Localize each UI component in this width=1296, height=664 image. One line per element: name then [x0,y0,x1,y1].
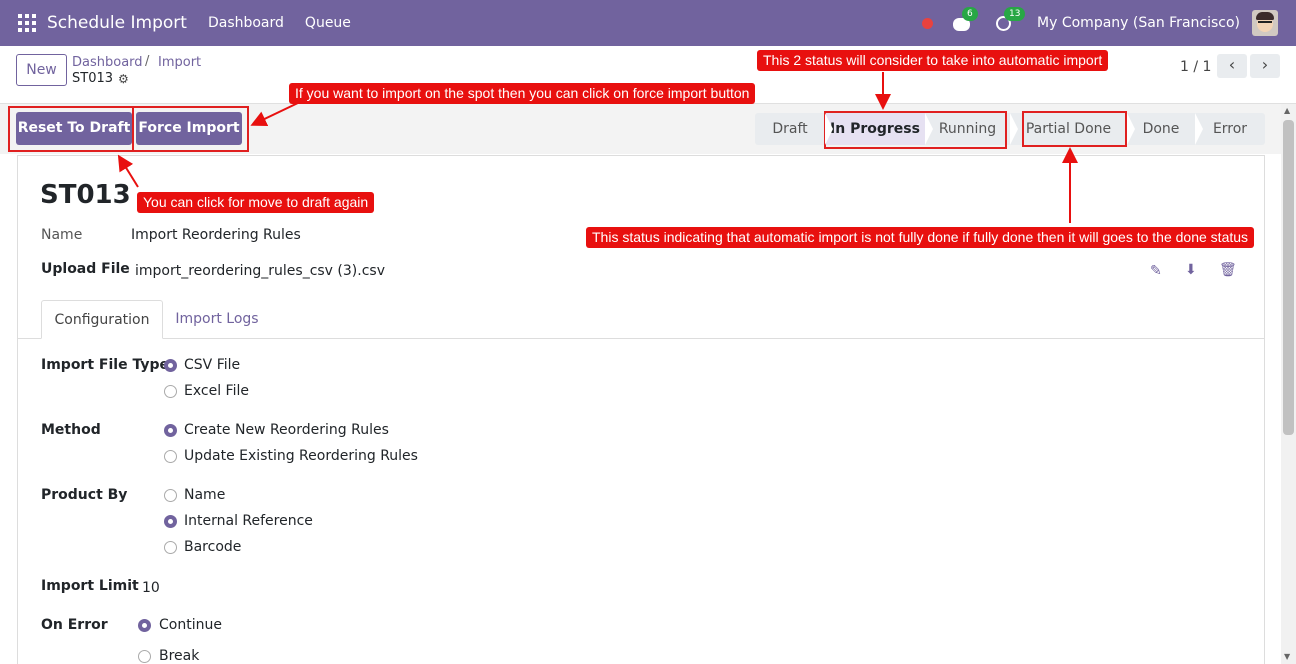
messages-badge: 6 [962,7,978,21]
upload-file-name[interactable]: import_reordering_rules_csv (3).csv [135,263,385,279]
breadcrumb-current-record: ST013 [72,71,114,86]
radio-barcode-label[interactable]: Barcode [184,539,241,555]
radio-name-label[interactable]: Name [184,487,225,503]
radio-internal-reference-label[interactable]: Internal Reference [184,513,313,529]
highlight-force-button [132,106,249,152]
breadcrumb-dashboard[interactable]: Dashboard [72,55,143,70]
top-navbar: Schedule Import Dashboard Queue 6 13 My … [0,0,1296,46]
pager-next-button[interactable]: › [1250,54,1280,78]
new-button[interactable]: New [16,54,67,86]
method-label: Method [41,422,101,438]
breadcrumb-separator: / [145,54,150,69]
radio-csv-file-label[interactable]: CSV File [184,357,240,373]
stage-error[interactable]: Error [1195,113,1265,145]
radio-csv-file[interactable] [164,359,177,372]
radio-update-existing-label[interactable]: Update Existing Reordering Rules [184,448,418,464]
recording-dot-icon[interactable] [922,17,934,29]
radio-continue-label[interactable]: Continue [159,617,222,633]
radio-excel-file[interactable] [164,385,177,398]
radio-excel-file-label[interactable]: Excel File [184,383,249,399]
activities-badge: 13 [1004,7,1026,21]
user-avatar[interactable] [1252,10,1278,36]
edit-pencil-icon[interactable]: ✎ [1150,263,1162,279]
tab-configuration[interactable]: Configuration [41,300,163,339]
pager-previous-button[interactable]: ‹ [1217,54,1247,78]
chevron-left-icon: ‹ [1228,55,1236,74]
radio-continue[interactable] [138,619,151,632]
app-title[interactable]: Schedule Import [47,13,187,33]
menu-queue[interactable]: Queue [305,15,351,31]
chevron-right-icon: › [1261,55,1269,74]
import-file-type-label: Import File Type [41,357,169,373]
status-pipeline: Draft In Progress Running Partial Done D… [755,113,1265,145]
annotation-force-note: If you want to import on the spot then y… [289,83,756,104]
on-error-label: On Error [41,617,108,633]
radio-internal-reference[interactable] [164,515,177,528]
radio-update-existing[interactable] [164,450,177,463]
stage-draft[interactable]: Draft [755,113,833,145]
scroll-down-arrow-icon[interactable]: ▼ [1284,652,1290,661]
annotation-draft-note: You can click for move to draft again [137,192,375,213]
name-label: Name [41,227,83,243]
breadcrumb-import[interactable]: Import [158,55,201,70]
radio-name[interactable] [164,489,177,502]
tab-import-logs[interactable]: Import Logs [167,300,267,339]
menu-dashboard[interactable]: Dashboard [208,15,284,31]
messages-icon[interactable]: 6 [953,7,978,33]
highlight-reset-button [8,106,134,152]
highlight-partial-done [1022,111,1127,147]
radio-create-new[interactable] [164,424,177,437]
pager-value[interactable]: 1 / 1 [1180,59,1211,75]
highlight-progress-running [824,111,1007,149]
upload-file-label: Upload File [41,261,130,277]
download-icon[interactable]: ⬇ [1185,262,1197,278]
trash-icon[interactable]: 🗑 [1219,262,1237,278]
company-switcher[interactable]: My Company (San Francisco) [1037,15,1240,31]
annotation-partial-note: This status indicating that automatic im… [586,227,1255,248]
name-field[interactable]: Import Reordering Rules [131,227,301,243]
radio-break[interactable] [138,650,151,663]
gear-icon[interactable]: ⚙ [118,72,129,86]
product-by-label: Product By [41,487,128,503]
radio-break-label[interactable]: Break [159,648,199,664]
stage-done[interactable]: Done [1127,113,1203,145]
import-limit-field[interactable]: 10 [142,580,160,596]
record-title[interactable]: ST013 [40,180,131,210]
activity-clock-icon[interactable]: 13 [995,7,1026,33]
radio-barcode[interactable] [164,541,177,554]
import-limit-label: Import Limit [41,578,139,594]
scroll-up-arrow-icon[interactable]: ▲ [1284,106,1290,115]
annotation-status-note: This 2 status will consider to take into… [757,50,1109,71]
scrollbar-thumb[interactable] [1283,120,1294,435]
apps-grid-icon[interactable] [18,14,36,32]
radio-create-new-label[interactable]: Create New Reordering Rules [184,422,389,438]
